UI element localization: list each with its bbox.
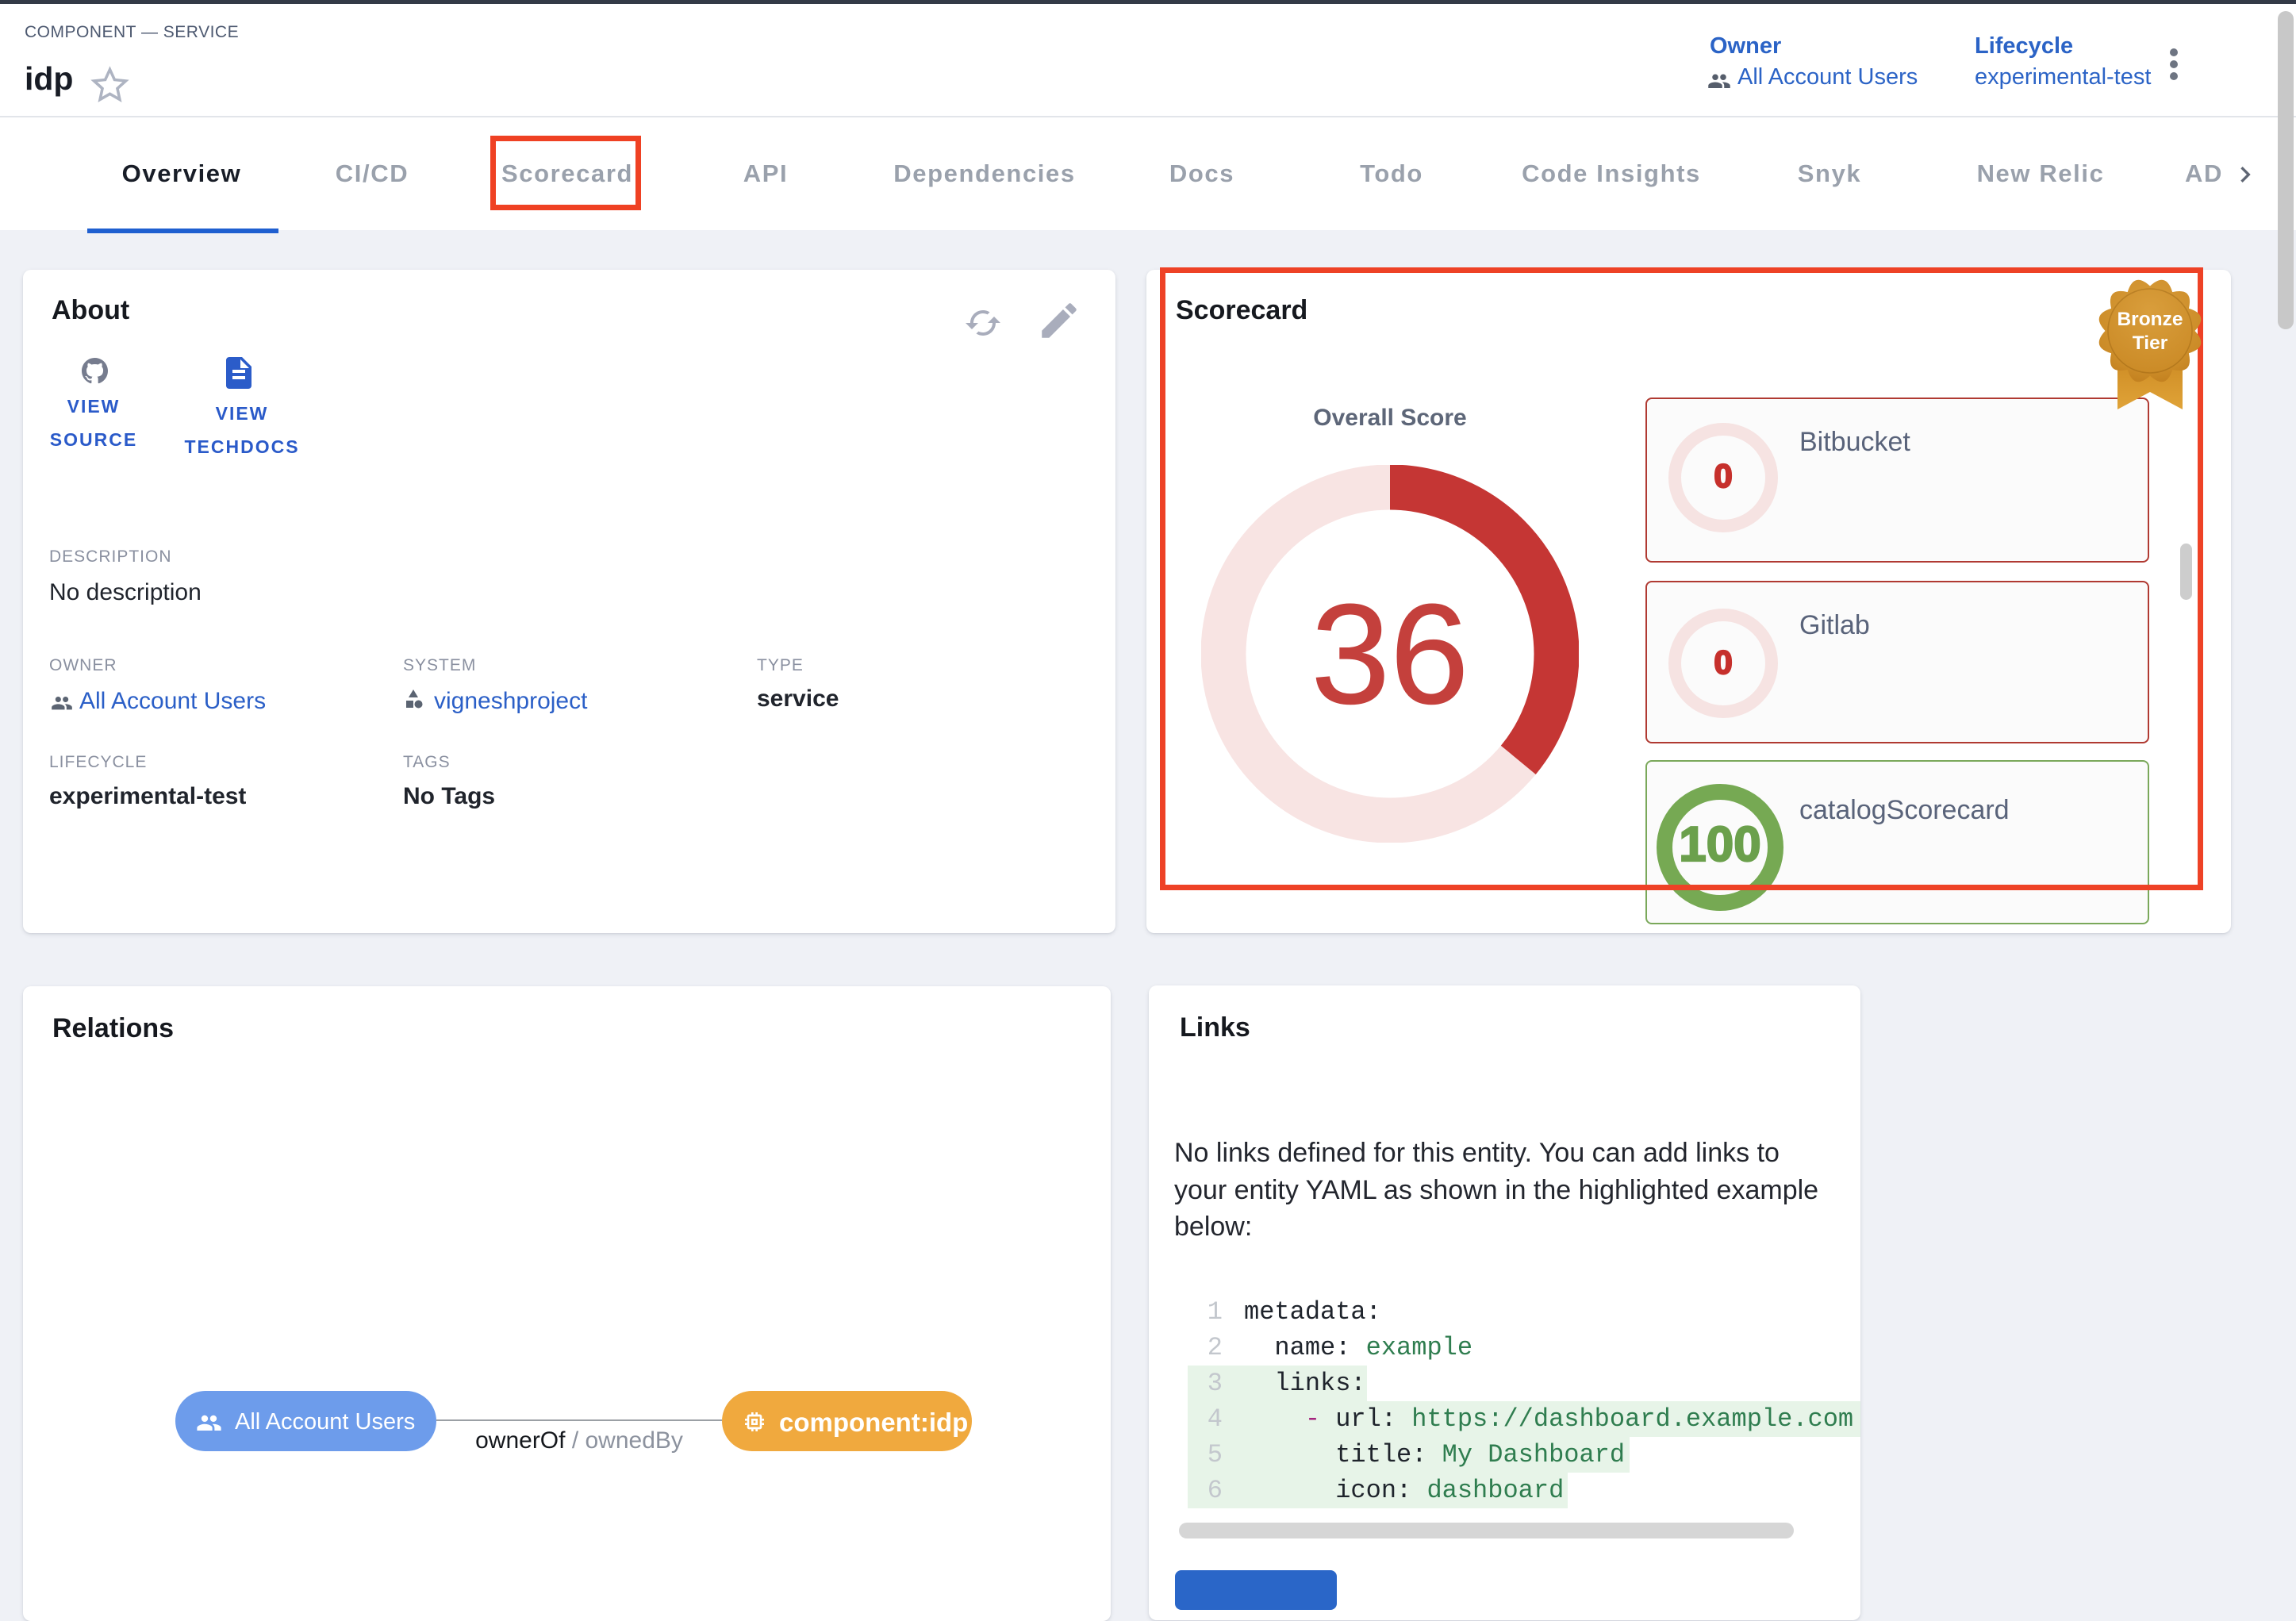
svg-text:Bronze: Bronze xyxy=(2117,309,2183,330)
svg-text:Tier: Tier xyxy=(2133,332,2168,354)
